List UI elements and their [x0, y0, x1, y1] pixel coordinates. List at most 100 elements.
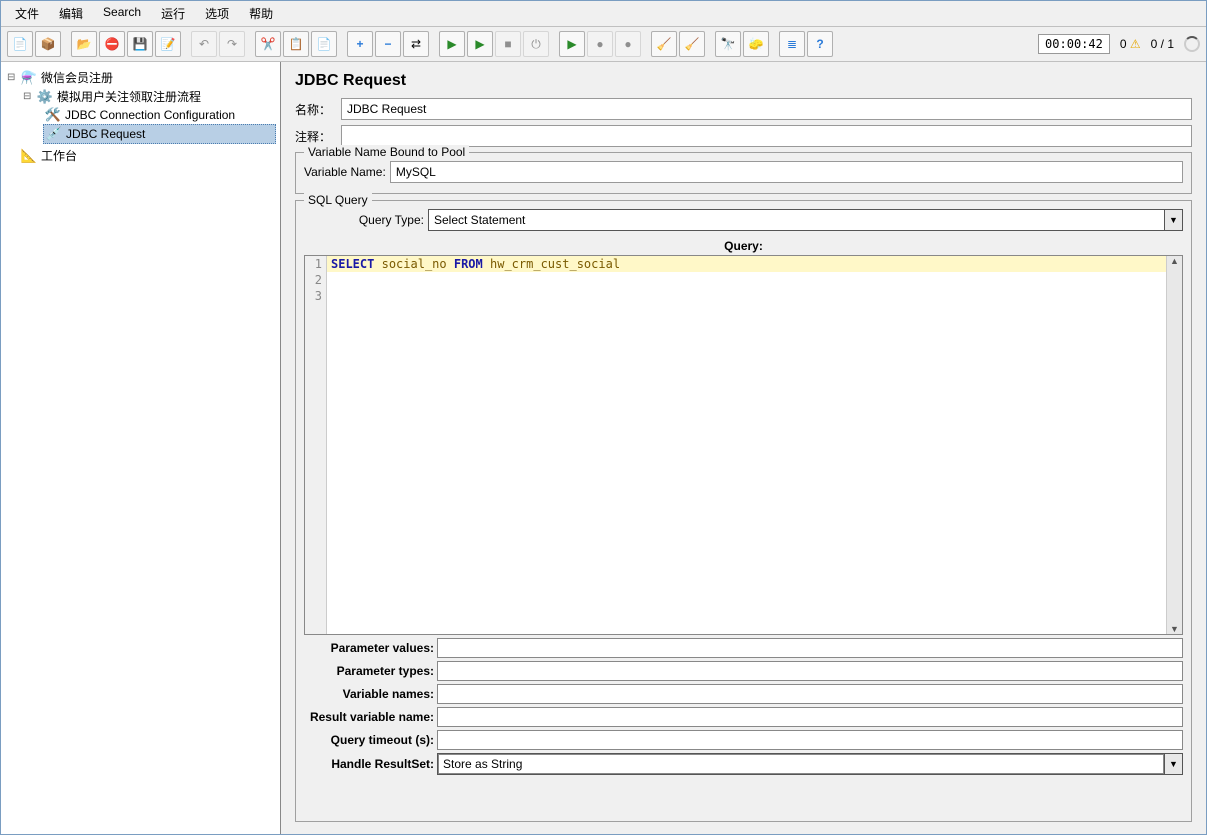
chevron-down-icon[interactable]: ▼ — [1164, 754, 1182, 774]
remote-shutdown-button[interactable]: ● — [615, 31, 641, 57]
comment-input[interactable] — [341, 125, 1192, 147]
tree-jdbc-request[interactable]: 💉 JDBC Request — [43, 124, 276, 144]
stop-icon: ■ — [504, 37, 511, 51]
param-values-input[interactable] — [437, 638, 1183, 658]
variable-name-input[interactable] — [390, 161, 1183, 183]
help-button[interactable]: ? — [807, 31, 833, 57]
dropper-icon: 💉 — [46, 126, 62, 142]
remove-button[interactable]: − — [375, 31, 401, 57]
tree-jdbc-config[interactable]: 🛠️ JDBC Connection Configuration — [43, 106, 276, 124]
toolbar: 📄 📦 📂 ⛔ 💾 📝 ↶ ↷ ✂️ 📋 📄 + − ⇄ ▶ ▶ ■ ⏻ ▶ ●… — [1, 27, 1206, 62]
menu-options[interactable]: 选项 — [199, 3, 235, 24]
redo-icon: ↷ — [227, 37, 237, 51]
close-button[interactable]: ⛔ — [99, 31, 125, 57]
menu-search[interactable]: Search — [97, 3, 147, 24]
query-type-value[interactable] — [429, 210, 1164, 230]
variable-pool-legend: Variable Name Bound to Pool — [304, 145, 469, 159]
content-panel: JDBC Request 名称： 注释： Variable Name Bound… — [281, 62, 1206, 834]
function-helper-button[interactable]: ≣ — [779, 31, 805, 57]
name-label: 名称： — [295, 101, 335, 118]
tree-label: JDBC Request — [66, 127, 145, 141]
scroll-down-icon[interactable]: ▼ — [1170, 624, 1179, 634]
menu-edit[interactable]: 编辑 — [53, 3, 89, 24]
tree-panel: ⊟ ⚗️ 微信会员注册 ⊟ ⚙️ 模拟用户关注领取注册流程 🛠️ JDBC Co… — [1, 62, 281, 834]
tree-testplan[interactable]: ⊟ ⚗️ 微信会员注册 — [5, 68, 276, 87]
variable-names-input[interactable] — [437, 684, 1183, 704]
start-button[interactable]: ▶ — [439, 31, 465, 57]
handle-resultset-label: Handle ResultSet: — [304, 757, 434, 771]
sql-editor[interactable]: 1 2 3 SELECT social_no FROM hw_crm_cust_… — [304, 255, 1183, 635]
start-noTimers-button[interactable]: ▶ — [467, 31, 493, 57]
remote-play-icon: ▶ — [567, 37, 576, 51]
chevron-down-icon[interactable]: ▼ — [1164, 210, 1182, 230]
menu-file[interactable]: 文件 — [9, 3, 45, 24]
result-variable-label: Result variable name: — [304, 710, 434, 724]
clear-button[interactable]: 🧹 — [651, 31, 677, 57]
search-button[interactable]: 🔭 — [715, 31, 741, 57]
warning-icon: ⚠ — [1130, 37, 1141, 51]
spinner-icon — [1184, 36, 1200, 52]
handle-resultset-value[interactable] — [438, 754, 1164, 774]
help-icon: ? — [816, 37, 823, 51]
copy-button[interactable]: 📋 — [283, 31, 309, 57]
flask-icon: ⚗️ — [21, 70, 37, 86]
sql-scrollbar[interactable]: ▲▼ — [1166, 256, 1182, 634]
sql-gutter: 1 2 3 — [305, 256, 327, 634]
redo-button[interactable]: ↷ — [219, 31, 245, 57]
query-timeout-input[interactable] — [437, 730, 1183, 750]
broom-all-icon: 🧹 — [685, 37, 700, 51]
query-type-select[interactable]: ▼ — [428, 209, 1183, 231]
shutdown-button[interactable]: ⏻ — [523, 31, 549, 57]
tree-label: JDBC Connection Configuration — [65, 108, 235, 122]
saveas-button[interactable]: 📝 — [155, 31, 181, 57]
undo-button[interactable]: ↶ — [191, 31, 217, 57]
shutdown-icon: ⏻ — [531, 37, 541, 52]
open-button[interactable]: 📂 — [71, 31, 97, 57]
add-button[interactable]: + — [347, 31, 373, 57]
templates-button[interactable]: 📦 — [35, 31, 61, 57]
plus-icon: + — [356, 37, 363, 51]
save-icon: 💾 — [133, 37, 148, 51]
remote-stop-button[interactable]: ● — [587, 31, 613, 57]
clear-all-button[interactable]: 🧹 — [679, 31, 705, 57]
tree-label: 模拟用户关注领取注册流程 — [57, 88, 201, 105]
copy-icon: 📋 — [289, 37, 304, 51]
box-icon: 📦 — [41, 37, 56, 51]
tree-toggle-icon[interactable]: ⊟ — [23, 91, 33, 102]
result-variable-input[interactable] — [437, 707, 1183, 727]
cut-button[interactable]: ✂️ — [255, 31, 281, 57]
sql-text-area[interactable]: SELECT social_no FROM hw_crm_cust_social — [327, 256, 1166, 634]
variable-name-label: Variable Name: — [304, 165, 386, 179]
scroll-up-icon[interactable]: ▲ — [1170, 256, 1179, 266]
param-types-input[interactable] — [437, 661, 1183, 681]
save-button[interactable]: 💾 — [127, 31, 153, 57]
param-types-label: Parameter types: — [304, 664, 434, 678]
menu-help[interactable]: 帮助 — [243, 3, 279, 24]
warning-count: 0 ⚠ — [1120, 37, 1141, 51]
tree-label: 工作台 — [41, 147, 77, 164]
query-header: Query: — [304, 237, 1183, 255]
tree-threadgroup[interactable]: ⊟ ⚙️ 模拟用户关注领取注册流程 — [21, 87, 276, 106]
query-timeout-label: Query timeout (s): — [304, 733, 434, 747]
reset-search-button[interactable]: 🧽 — [743, 31, 769, 57]
tree-toggle-icon[interactable]: ⊟ — [7, 72, 17, 83]
tree-workbench[interactable]: 📐 工作台 — [5, 146, 276, 165]
stop-button[interactable]: ■ — [495, 31, 521, 57]
name-input[interactable] — [341, 98, 1192, 120]
remote-start-button[interactable]: ▶ — [559, 31, 585, 57]
variable-names-label: Variable names: — [304, 687, 434, 701]
menu-run[interactable]: 运行 — [155, 3, 191, 24]
undo-icon: ↶ — [199, 37, 209, 51]
remote-stop-icon: ● — [596, 37, 603, 51]
new-button[interactable]: 📄 — [7, 31, 33, 57]
tree-label: 微信会员注册 — [41, 69, 113, 86]
paste-button[interactable]: 📄 — [311, 31, 337, 57]
list-icon: ≣ — [787, 37, 797, 51]
param-values-label: Parameter values: — [304, 641, 434, 655]
binoculars-icon: 🔭 — [721, 37, 736, 51]
play-alt-icon: ▶ — [475, 37, 484, 51]
handle-resultset-select[interactable]: ▼ — [437, 753, 1183, 775]
toggle-button[interactable]: ⇄ — [403, 31, 429, 57]
sql-query-fieldset: SQL Query Query Type: ▼ Query: 1 2 3 — [295, 200, 1192, 822]
folder-icon: 📂 — [77, 37, 92, 51]
